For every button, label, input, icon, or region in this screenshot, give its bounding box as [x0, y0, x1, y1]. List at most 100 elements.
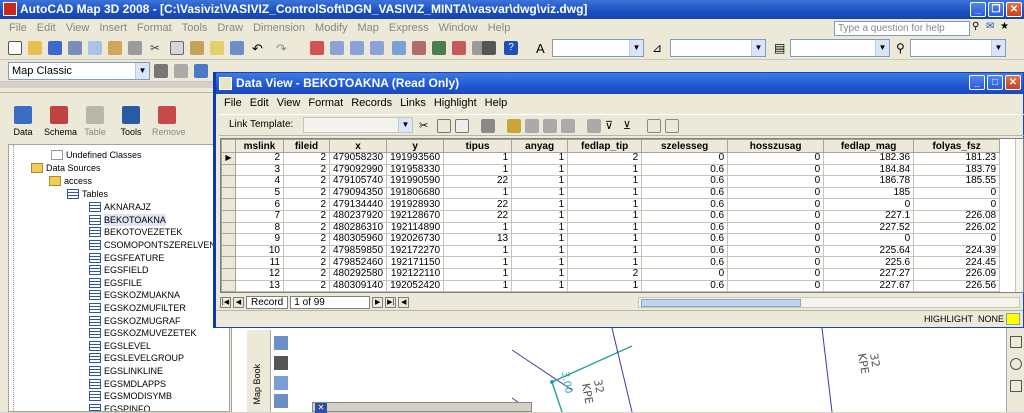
- menu-draw[interactable]: Draw: [212, 22, 248, 34]
- dv-close-button[interactable]: ✕: [1005, 75, 1021, 90]
- save-icon[interactable]: [48, 41, 62, 55]
- cell-y[interactable]: 192052420: [386, 279, 445, 292]
- cell-fedlap_tip[interactable]: 1: [567, 209, 643, 223]
- cell-hosszusag[interactable]: 0: [727, 279, 825, 292]
- design-center-icon[interactable]: [412, 41, 426, 55]
- cell-hosszusag[interactable]: 0: [727, 209, 825, 223]
- cell-mslink[interactable]: 12: [235, 267, 284, 281]
- tree-node-table[interactable]: EGSLEVEL: [89, 340, 151, 353]
- cell-szelesseg[interactable]: 0.6: [641, 209, 729, 223]
- cell-mslink[interactable]: 13: [235, 279, 284, 292]
- cell-anyag[interactable]: 1: [511, 256, 569, 269]
- cell-fileid[interactable]: 2: [283, 198, 330, 211]
- restore-button[interactable]: ❐: [988, 2, 1004, 17]
- undo-icon[interactable]: ↶: [252, 41, 266, 56]
- column-header-szelesseg[interactable]: szelesseg: [641, 139, 729, 153]
- cell-anyag[interactable]: 1: [511, 279, 569, 292]
- zoom-realtime-icon[interactable]: [330, 41, 344, 55]
- cell-y[interactable]: 191928930: [386, 198, 445, 211]
- row-selector[interactable]: [221, 233, 236, 246]
- cell-fileid[interactable]: 2: [283, 279, 330, 292]
- cell-szelesseg[interactable]: 0.6: [641, 233, 729, 246]
- cell-fileid[interactable]: 2: [283, 152, 330, 165]
- cell-anyag[interactable]: 1: [511, 152, 569, 165]
- tree-node-table[interactable]: EGSFIELD: [89, 264, 149, 277]
- cell-hosszusag[interactable]: 0: [727, 221, 825, 235]
- cell-folyas_fsz[interactable]: 181.23: [913, 152, 1001, 165]
- scroll-left-button[interactable]: ◀: [398, 296, 410, 308]
- multileader-style-icon[interactable]: ⚲: [896, 41, 910, 55]
- text-style-select[interactable]: ▼: [552, 39, 644, 57]
- cell-y[interactable]: 192171150: [386, 256, 445, 269]
- cell-fileid[interactable]: 2: [283, 256, 330, 269]
- cell-x[interactable]: 480237920: [328, 209, 388, 223]
- dv-menu-edit[interactable]: Edit: [246, 97, 273, 109]
- workspace-settings-icon[interactable]: [154, 64, 168, 78]
- cell-hosszusag[interactable]: 0: [727, 175, 825, 188]
- cell-fedlap_tip[interactable]: 1: [567, 221, 643, 235]
- menu-map[interactable]: Map: [352, 22, 383, 34]
- cell-tipus[interactable]: 22: [443, 198, 513, 211]
- dv-menu-help[interactable]: Help: [481, 97, 512, 109]
- dv-minimize-button[interactable]: _: [969, 75, 985, 90]
- paste-icon[interactable]: [455, 119, 469, 133]
- table-row[interactable]: 13 2 480309140 192052420 1 1 1 0.6 0 227.67 226.56: [221, 279, 1001, 292]
- table-row[interactable]: 6 2 479134440 191928930 22 1 1 0.6 0 0 0: [221, 198, 1001, 211]
- task-tool-remove[interactable]: Remove: [152, 106, 186, 137]
- horizontal-scrollbar[interactable]: [638, 297, 1020, 308]
- cell-folyas_fsz[interactable]: 226.02: [913, 221, 1001, 235]
- menu-view[interactable]: View: [61, 22, 95, 34]
- cell-y[interactable]: 191806680: [386, 186, 445, 200]
- cell-fedlap_tip[interactable]: 1: [567, 198, 643, 211]
- menu-dimension[interactable]: Dimension: [248, 22, 310, 34]
- tree-node-table[interactable]: BEKOTOVEZETEK: [89, 226, 182, 239]
- column-header-fedlap_mag[interactable]: fedlap_mag: [823, 139, 915, 153]
- drawing-canvas[interactable]: 3.00 32 KPE 32 KPE: [232, 328, 1024, 412]
- zoom-window-icon[interactable]: [350, 41, 364, 55]
- dim-style-icon[interactable]: ⊿: [652, 41, 666, 55]
- print-icon[interactable]: [481, 119, 495, 133]
- tree-node-table[interactable]: EGSPINFO: [89, 403, 151, 411]
- cell-tipus[interactable]: 1: [443, 163, 513, 177]
- cell-szelesseg[interactable]: 0.6: [641, 163, 729, 177]
- options-icon[interactable]: [665, 119, 679, 133]
- cell-fedlap_tip[interactable]: 2: [567, 267, 643, 281]
- menu-format[interactable]: Format: [132, 22, 177, 34]
- cell-fedlap_tip[interactable]: 1: [567, 233, 643, 246]
- cell-y[interactable]: 192114890: [386, 221, 445, 235]
- filter-icon[interactable]: ⊽: [605, 119, 619, 133]
- minimize-button[interactable]: _: [970, 2, 986, 17]
- cell-hosszusag[interactable]: 0: [727, 267, 825, 281]
- cell-mslink[interactable]: 8: [235, 221, 284, 235]
- first-record-button[interactable]: |◀: [220, 296, 231, 308]
- cell-fedlap_mag[interactable]: 0: [823, 198, 915, 211]
- cell-y[interactable]: 192128670: [386, 209, 445, 223]
- cell-fedlap_mag[interactable]: 225.6: [823, 256, 915, 269]
- menu-tools[interactable]: Tools: [177, 22, 213, 34]
- cell-fedlap_tip[interactable]: 2: [567, 152, 643, 165]
- row-selector[interactable]: [221, 209, 236, 223]
- menu-help[interactable]: Help: [483, 22, 516, 34]
- tree-node-table[interactable]: EGSKOZMUFILTER: [89, 302, 186, 315]
- cell-x[interactable]: 479094350: [328, 186, 388, 200]
- cell-tipus[interactable]: 22: [443, 175, 513, 188]
- cell-y[interactable]: 192172270: [386, 244, 445, 258]
- map-book-tool-icon[interactable]: [274, 336, 288, 350]
- cell-szelesseg[interactable]: 0: [641, 267, 729, 281]
- task-tool-schema[interactable]: Schema: [44, 106, 77, 137]
- task-tool-tools[interactable]: Tools: [116, 106, 146, 137]
- cell-y[interactable]: 192026730: [386, 233, 445, 246]
- cell-x[interactable]: 480286310: [328, 221, 388, 235]
- grid-icon[interactable]: [174, 64, 188, 78]
- menu-edit[interactable]: Edit: [32, 22, 61, 34]
- tree-node-table[interactable]: CSOMOPONTSZERELVENY: [89, 239, 222, 252]
- tree-node-table[interactable]: EGSFILE: [89, 277, 142, 290]
- column-header-tipus[interactable]: tipus: [443, 139, 513, 153]
- cell-fileid[interactable]: 2: [283, 186, 330, 200]
- sheet-set-icon[interactable]: [452, 41, 466, 55]
- row-selector[interactable]: [221, 256, 236, 269]
- table-row[interactable]: 5 2 479094350 191806680 1 1 1 0.6 0 185 0: [221, 186, 1001, 200]
- tree-node-table[interactable]: EGSKOZMUAKNA: [89, 289, 180, 302]
- tree-node-table[interactable]: BEKOTOAKNA: [89, 213, 166, 227]
- cell-folyas_fsz[interactable]: 183.79: [913, 163, 1001, 177]
